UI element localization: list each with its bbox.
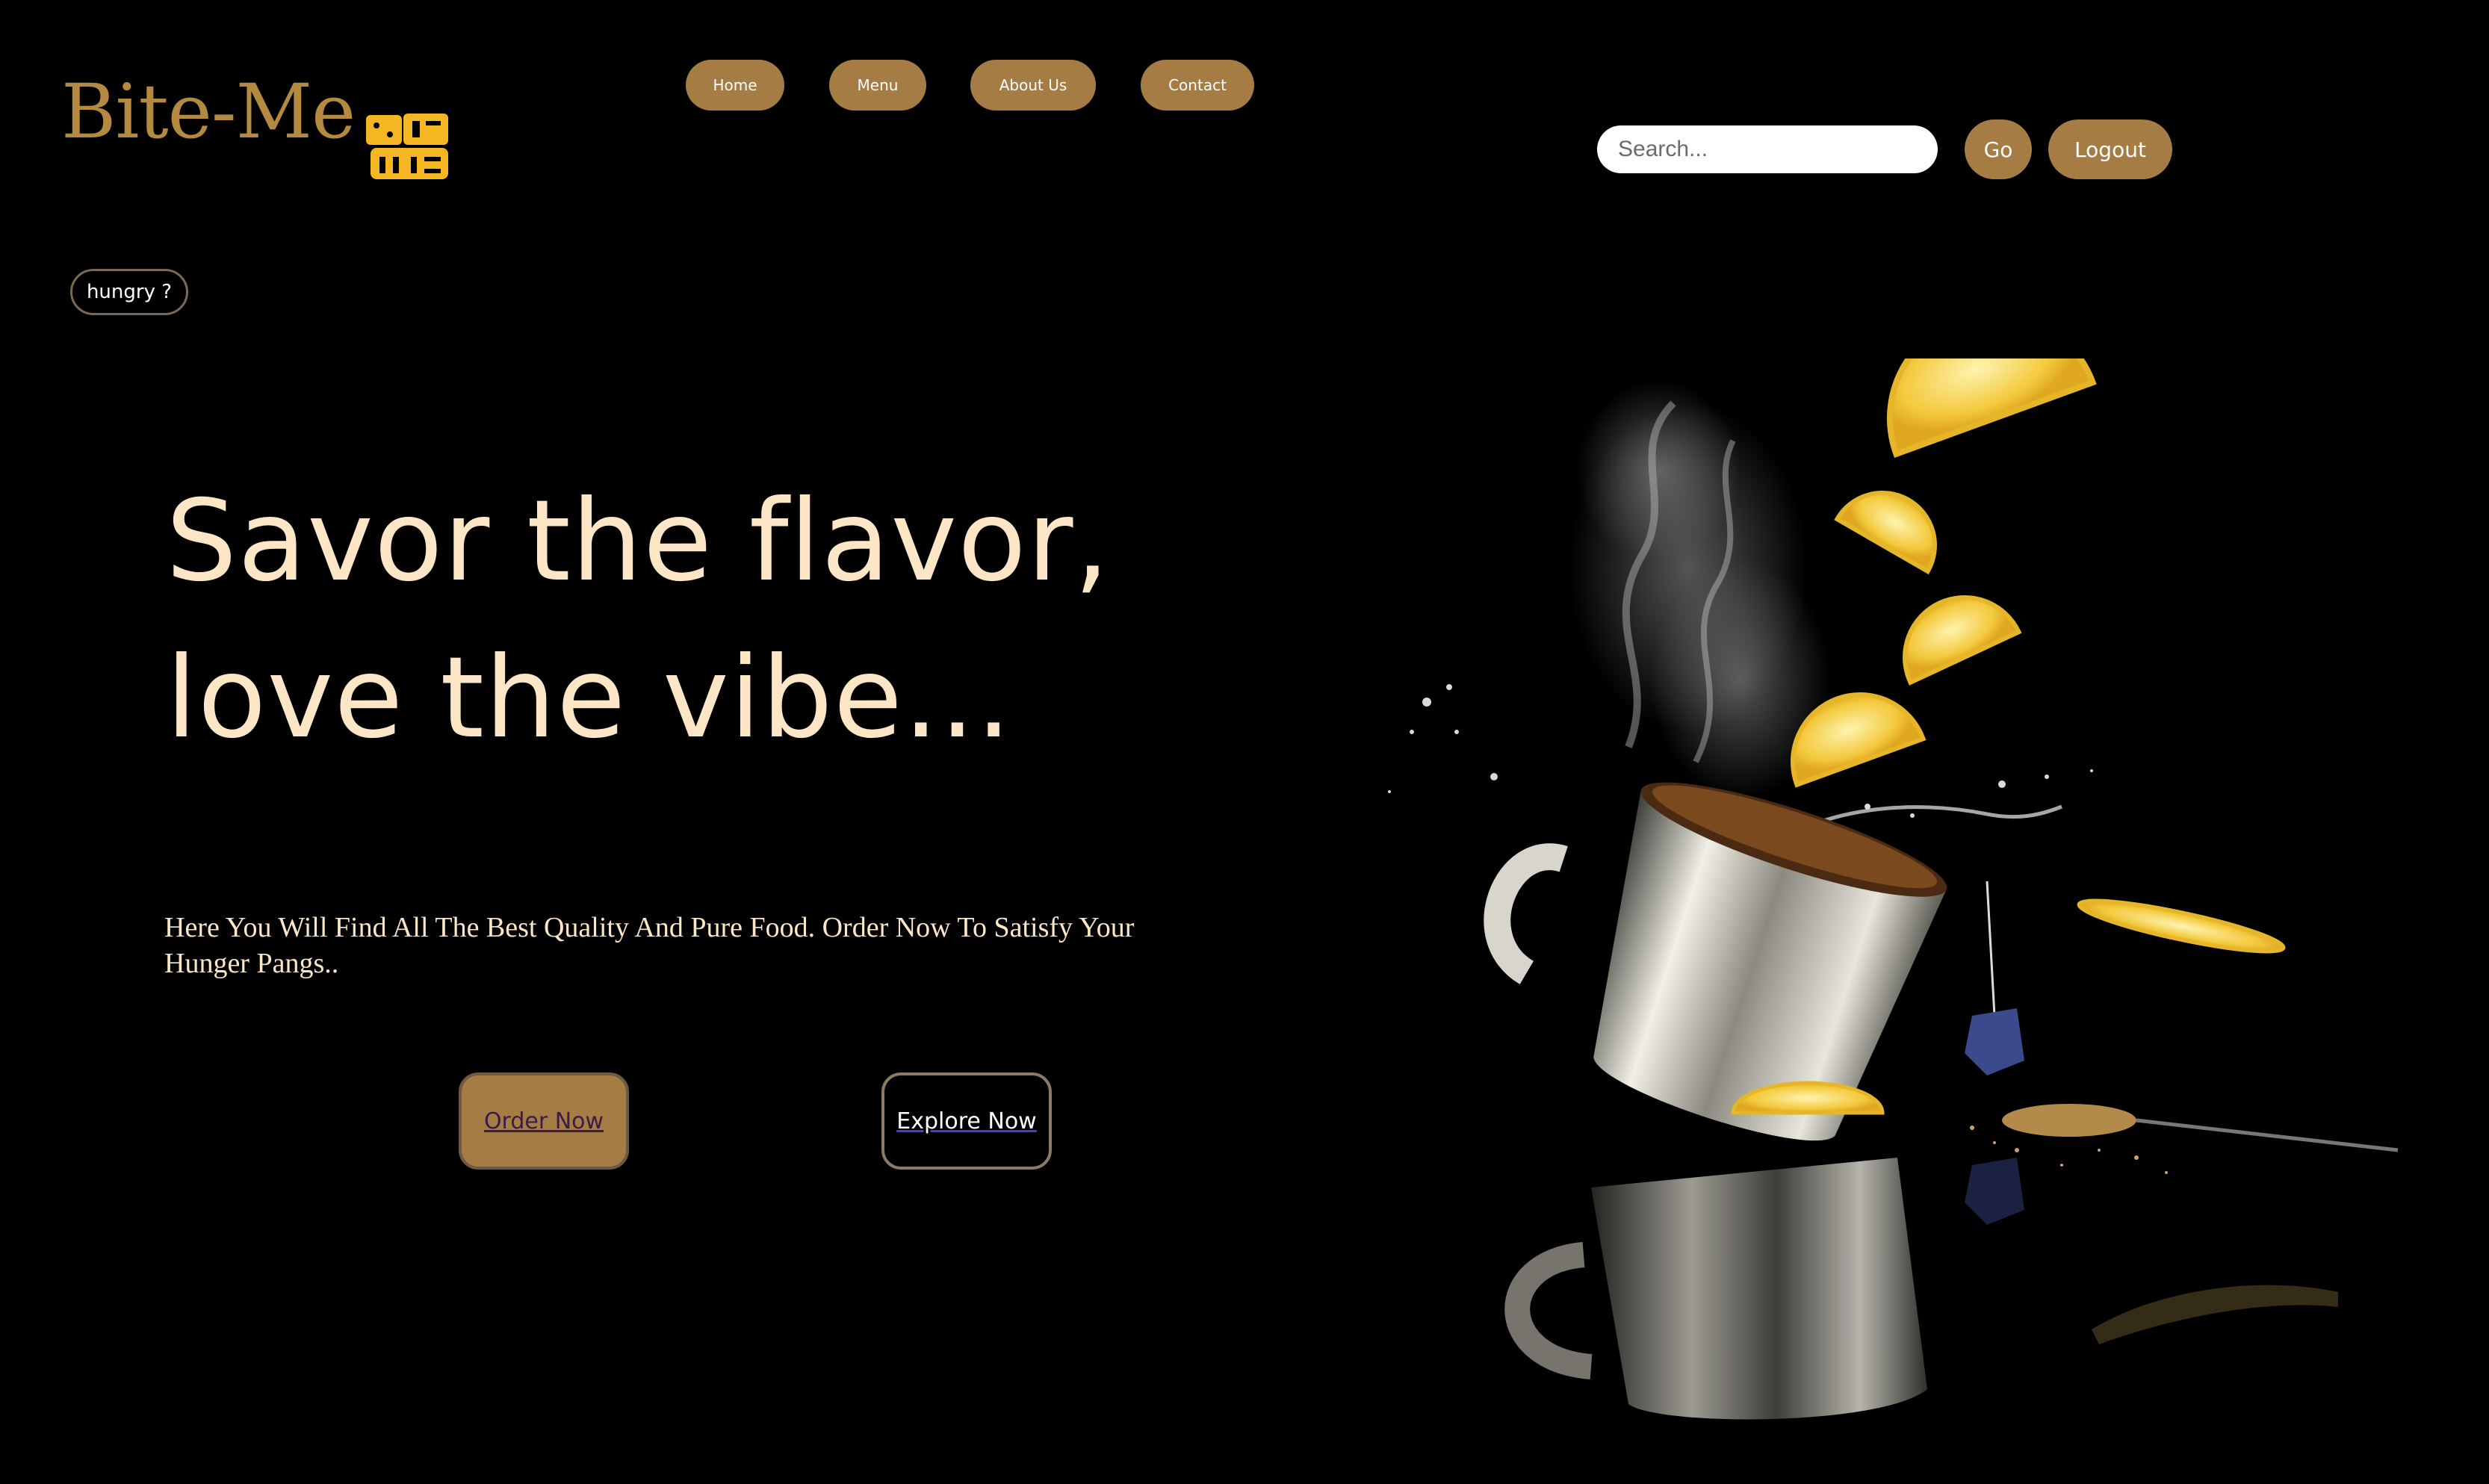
logout-button[interactable]: Logout <box>2048 119 2172 179</box>
search-go-button[interactable]: Go <box>1965 119 2032 179</box>
nav-home-button[interactable]: Home <box>686 60 784 111</box>
nav-contact-button[interactable]: Contact <box>1141 60 1254 111</box>
hero-headline-line-2: love the vibe... <box>166 633 1013 763</box>
nav-about-us-button[interactable]: About Us <box>970 60 1096 111</box>
brand-mark-icon <box>366 114 448 179</box>
search-input[interactable] <box>1597 125 1938 173</box>
hungry-badge: hungry ? <box>70 269 188 315</box>
order-now-button[interactable]: Order Now <box>459 1072 629 1170</box>
tea-cup-splash-illustration <box>1388 358 2399 1420</box>
hero-headline-line-1: Savor the flavor, <box>166 476 1111 606</box>
brand-name: Bite-Me <box>61 68 356 155</box>
brand-logo[interactable]: Bite-Me <box>61 68 448 179</box>
hero-subtitle: Here You Will Find All The Best Quality … <box>164 912 1135 979</box>
explore-now-button[interactable]: Explore Now <box>881 1072 1052 1170</box>
nav-menu-button[interactable]: Menu <box>829 60 926 111</box>
